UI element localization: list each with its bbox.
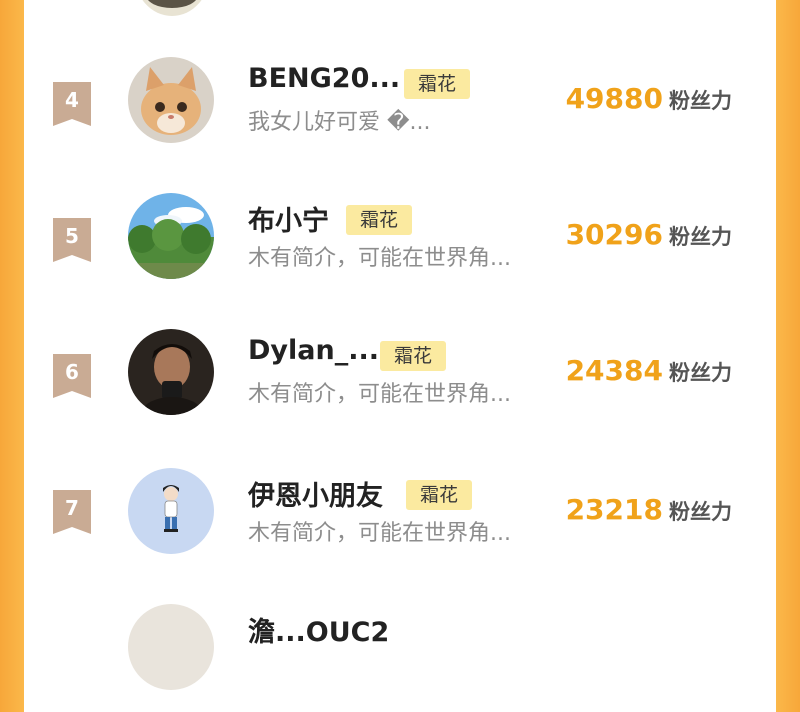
fans-score: 24384 粉丝力: [566, 354, 732, 387]
person-photo-avatar[interactable]: [128, 329, 214, 415]
fans-score: 30296 粉丝力: [566, 218, 732, 251]
ranking-list-panel: 4 BENG20... 霜花 我女儿好可爱 �... 49880 粉丝力 5 布…: [24, 0, 776, 690]
fans-label: 粉丝力: [669, 500, 732, 524]
fans-count: 23218: [565, 493, 663, 526]
user-name[interactable]: Dylan_...: [248, 335, 379, 366]
rank-badge: 5: [53, 218, 91, 262]
user-name[interactable]: 布小宁: [248, 199, 329, 238]
rank-number: 6: [65, 360, 79, 384]
rank-badge: 7: [53, 490, 91, 534]
level-tag: 霜花: [406, 480, 473, 510]
rank-number: 4: [65, 88, 79, 112]
user-name[interactable]: 澹...OUC2: [248, 610, 389, 649]
user-bio: 木有简介，可能在世界角...: [248, 382, 511, 407]
fans-label: 粉丝力: [669, 361, 732, 385]
user-name[interactable]: BENG20...: [248, 63, 400, 94]
rank-badge: 4: [53, 82, 91, 126]
rank-number: 5: [65, 224, 79, 248]
partial-top-avatar[interactable]: [134, 0, 210, 16]
user-bio: 我女儿好可爱 �...: [248, 110, 431, 135]
list-item[interactable]: 5 布小宁 霜花 木有简介，可能在世界角... 30296 粉丝力: [24, 168, 776, 304]
fans-score: 49880 粉丝力: [566, 82, 732, 115]
list-item[interactable]: 6 Dylan_... 霜花 木有简介，可能在世界角... 24384 粉丝力: [24, 304, 776, 440]
list-item[interactable]: 澹...OUC2: [24, 576, 776, 712]
rank-number: 7: [65, 496, 79, 520]
cartoon-avatar[interactable]: [128, 468, 214, 554]
rank-badge: 6: [53, 354, 91, 398]
user-name[interactable]: 伊恩小朋友: [248, 474, 383, 513]
fans-count: 30296: [565, 218, 663, 251]
cat-photo-avatar[interactable]: [128, 57, 214, 143]
list-item[interactable]: 4 BENG20... 霜花 我女儿好可爱 �... 49880 粉丝力: [24, 32, 776, 168]
fans-label: 粉丝力: [669, 89, 732, 113]
user-bio: 木有简介，可能在世界角...: [248, 521, 511, 546]
fans-score: 23218 粉丝力: [566, 493, 732, 526]
fans-label: 粉丝力: [669, 225, 732, 249]
landscape-photo-avatar[interactable]: [128, 193, 214, 279]
level-tag: 霜花: [404, 69, 471, 99]
fans-count: 24384: [565, 354, 663, 387]
fans-count: 49880: [565, 82, 663, 115]
level-tag: 霜花: [380, 341, 447, 371]
user-bio: 木有简介，可能在世界角...: [248, 246, 511, 271]
list-item[interactable]: 7 伊恩小朋友 霜花 木有简介，可能在世界角... 23218 粉丝力: [24, 440, 776, 576]
level-tag: 霜花: [346, 205, 413, 235]
partial-bottom-avatar[interactable]: [128, 604, 214, 690]
